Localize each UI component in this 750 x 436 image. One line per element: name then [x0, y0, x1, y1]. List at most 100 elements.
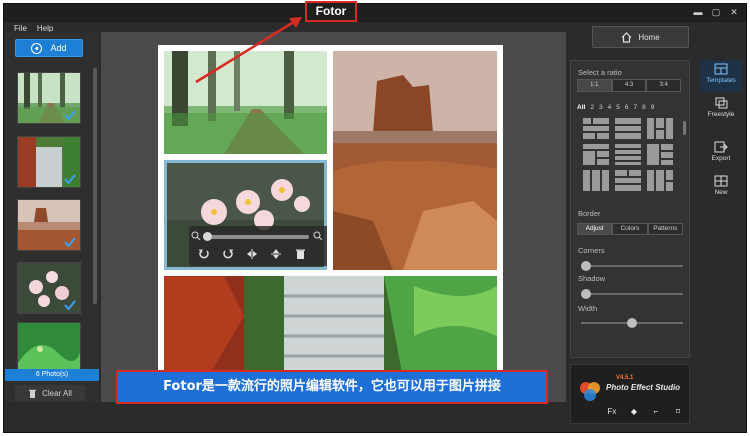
tab-adjust[interactable]: Adjust — [577, 223, 613, 235]
thumbnail-stream[interactable] — [17, 136, 81, 188]
zoom-slider[interactable] — [203, 232, 309, 241]
tab-patterns[interactable]: Patterns — [647, 223, 683, 235]
export-label: Export — [711, 155, 731, 162]
thumbnail-scrollbar[interactable] — [93, 68, 97, 304]
collage-canvas — [101, 32, 566, 402]
flip-vertical-button[interactable] — [267, 246, 285, 262]
collage-cell-forest[interactable] — [164, 51, 327, 154]
template-thumb[interactable] — [583, 144, 609, 165]
promo-name: Photo Effect Studio — [606, 383, 681, 392]
delete-photo-button[interactable] — [291, 246, 309, 262]
filter-3[interactable]: 3 — [599, 104, 603, 111]
photo-effect-studio-logo — [580, 382, 600, 401]
rotate-left-button[interactable] — [195, 246, 213, 262]
width-slider-knob[interactable] — [627, 318, 637, 328]
diamond-icon[interactable]: ◆ — [627, 405, 641, 419]
tab-templates[interactable]: Templates — [700, 60, 742, 92]
flip-vertical-icon — [271, 249, 281, 259]
filter-4[interactable]: 4 — [608, 104, 612, 111]
minimize-button[interactable]: ▬ — [692, 7, 704, 17]
rotate-right-button[interactable] — [219, 246, 237, 262]
border-label: Border — [578, 209, 601, 218]
template-panel: Select a ratio 1:1 4:3 3:4 All 2 3 4 5 6… — [570, 60, 690, 358]
tab-new[interactable]: New — [700, 172, 742, 204]
photo-sidebar: Add 6 Photo(s) Clear All — [5, 32, 99, 402]
select-ratio-label: Select a ratio — [578, 68, 622, 77]
trash-icon — [29, 389, 37, 398]
crop-icon[interactable]: ⌑ — [671, 405, 685, 419]
home-label: Home — [638, 32, 660, 42]
checkmark-icon — [64, 110, 76, 121]
ratio-3-4[interactable]: 3:4 — [646, 79, 682, 92]
border-tabs: Adjust Colors Patterns — [577, 223, 683, 235]
annotation-caption: Fotor是一款流行的照片编辑软件，它也可以用于图片拼接 — [116, 370, 548, 404]
zoom-in-icon[interactable] — [313, 231, 323, 241]
add-photo-button[interactable]: Add — [15, 39, 83, 57]
desert-photo — [333, 51, 497, 270]
thumbnail-fern[interactable] — [17, 322, 81, 374]
width-label: Width — [578, 304, 598, 313]
collage-cell-desert[interactable] — [333, 51, 497, 270]
checkmark-icon — [64, 174, 76, 185]
trash-icon — [295, 249, 305, 259]
collage-cell-flowers[interactable] — [164, 160, 327, 270]
checkmark-icon — [64, 237, 76, 248]
shadow-slider-knob[interactable] — [581, 289, 592, 299]
stream-photo — [164, 276, 497, 384]
fx-icon[interactable]: Fx — [605, 405, 619, 419]
zoom-slider-knob[interactable] — [203, 232, 212, 241]
tab-freestyle[interactable]: Freestyle — [700, 94, 742, 126]
tab-colors[interactable]: Colors — [612, 223, 648, 235]
filter-2[interactable]: 2 — [590, 104, 594, 111]
templates-label: Templates — [706, 77, 736, 84]
ratio-1-1[interactable]: 1:1 — [577, 79, 612, 92]
frame-icon[interactable]: ⌐ — [649, 405, 663, 419]
thumbnail-flowers[interactable] — [17, 262, 81, 314]
template-thumb[interactable] — [615, 144, 641, 165]
freestyle-label: Freestyle — [707, 111, 735, 118]
new-collage-icon — [714, 175, 728, 187]
filter-6[interactable]: 6 — [625, 104, 629, 111]
template-thumb[interactable] — [583, 170, 609, 191]
photo-effect-studio-banner[interactable]: V4.5.1 Photo Effect Studio Fx ◆ ⌐ ⌑ — [570, 364, 690, 424]
corners-slider-knob[interactable] — [581, 261, 592, 271]
tab-export[interactable]: Export — [700, 138, 742, 170]
filter-all[interactable]: All — [577, 104, 585, 111]
ratio-selector: 1:1 4:3 3:4 — [577, 79, 682, 92]
image-edit-toolbar — [189, 226, 327, 266]
close-button[interactable]: ✕ — [728, 7, 740, 17]
freestyle-icon — [715, 97, 728, 109]
collage-sheet — [158, 45, 503, 390]
corners-label: Corners — [578, 246, 605, 255]
thumbnail-desert-butte[interactable] — [17, 199, 81, 251]
corners-slider[interactable] — [581, 261, 683, 271]
template-scrollbar[interactable] — [683, 121, 686, 135]
thumbnail-forest-path[interactable] — [17, 72, 81, 124]
width-slider[interactable] — [581, 318, 683, 328]
filter-8[interactable]: 8 — [642, 104, 646, 111]
home-button[interactable]: Home — [592, 26, 689, 48]
promo-tools: Fx ◆ ⌐ ⌑ — [605, 405, 685, 419]
template-thumb[interactable] — [647, 144, 673, 165]
maximize-button[interactable]: ▢ — [710, 7, 722, 17]
template-thumb[interactable] — [647, 170, 673, 191]
filter-9[interactable]: 9 — [651, 104, 655, 111]
home-icon — [621, 31, 632, 43]
template-thumb[interactable] — [615, 170, 641, 191]
collage-cell-stream[interactable] — [164, 276, 497, 384]
template-count-filter: All 2 3 4 5 6 7 8 9 — [577, 104, 654, 111]
template-thumb[interactable] — [647, 118, 673, 139]
template-thumb[interactable] — [615, 118, 641, 139]
template-thumb[interactable] — [583, 118, 609, 139]
flip-horizontal-button[interactable] — [243, 246, 261, 262]
ratio-4-3[interactable]: 4:3 — [611, 79, 647, 92]
clear-all-button[interactable]: Clear All — [15, 385, 85, 401]
filter-7[interactable]: 7 — [633, 104, 637, 111]
filter-5[interactable]: 5 — [616, 104, 620, 111]
app-title: Fotor — [305, 1, 357, 22]
zoom-out-icon[interactable] — [191, 231, 201, 241]
rotate-left-icon — [199, 249, 209, 259]
new-label: New — [714, 189, 728, 196]
mode-tabs: Templates Freestyle Export New — [700, 60, 742, 200]
shadow-slider[interactable] — [581, 289, 683, 299]
